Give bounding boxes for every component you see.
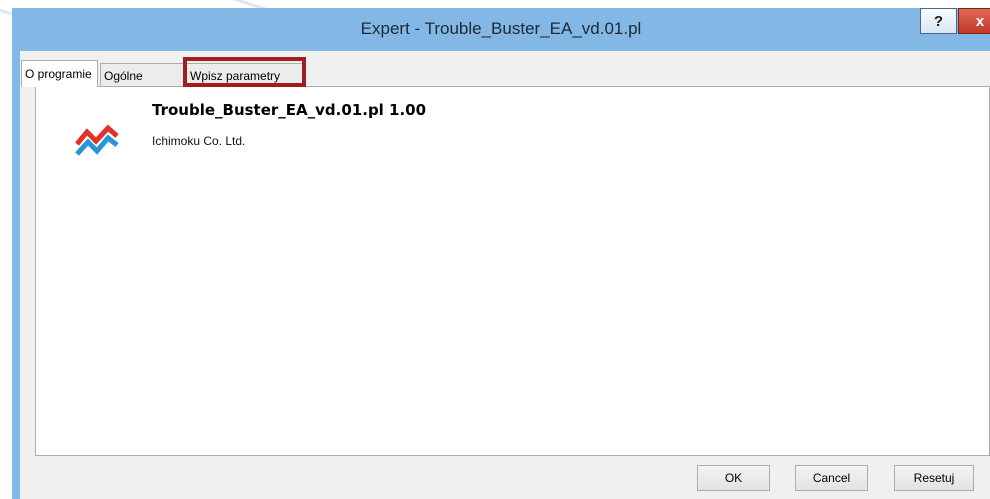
ok-button[interactable]: OK xyxy=(697,465,770,491)
dialog-window: Expert - Trouble_Buster_EA_vd.01.pl ? x … xyxy=(0,0,990,499)
tab-highlight-box xyxy=(183,57,306,87)
tab-label: O programie xyxy=(25,67,92,81)
reset-button[interactable]: Resetuj xyxy=(894,465,974,491)
window-frame: Expert - Trouble_Buster_EA_vd.01.pl ? x … xyxy=(12,8,990,499)
trading-chart-icon xyxy=(75,124,119,156)
window-title: Expert - Trouble_Buster_EA_vd.01.pl xyxy=(360,19,642,38)
close-button[interactable]: x xyxy=(958,8,990,34)
help-button[interactable]: ? xyxy=(920,8,957,34)
tab-ogolne[interactable]: Ogólne xyxy=(100,63,186,86)
question-icon: ? xyxy=(933,12,944,30)
title-bar[interactable]: Expert - Trouble_Buster_EA_vd.01.pl ? x xyxy=(12,8,990,51)
program-name: Trouble_Buster_EA_vd.01.pl 1.00 xyxy=(152,101,427,119)
cancel-button[interactable]: Cancel xyxy=(795,465,868,491)
close-icon: x xyxy=(975,12,985,30)
about-panel: Trouble_Buster_EA_vd.01.pl 1.00 Ichimoku… xyxy=(35,86,990,456)
tab-o-programie[interactable]: O programie xyxy=(21,60,98,87)
company-name: Ichimoku Co. Ltd. xyxy=(152,134,246,148)
dialog-body: O programie Ogólne Wpisz parametry Troub… xyxy=(20,51,990,499)
tab-label: Ogólne xyxy=(104,69,143,83)
